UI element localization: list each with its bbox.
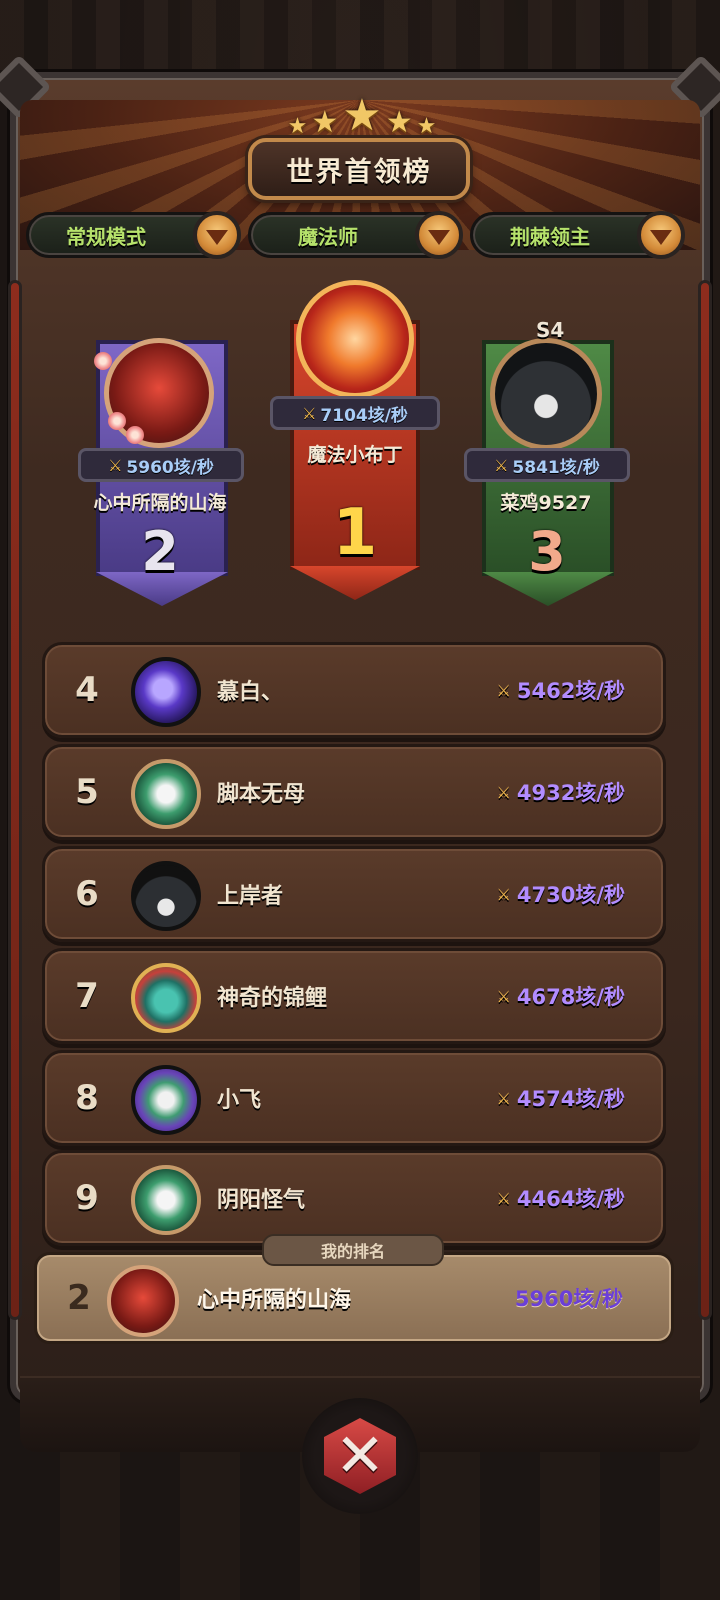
close-x-icon: ✕: [324, 1418, 396, 1494]
star-icon: ★: [385, 105, 413, 140]
crossed-swords-icon: ⚔: [496, 1188, 511, 1208]
avatar[interactable]: [131, 1165, 201, 1235]
page-title: 世界首领榜: [248, 138, 470, 200]
list-item[interactable]: 8 小飞 ⚔ 4574垓/秒: [42, 1050, 666, 1146]
tab-label: 荆棘领主: [510, 224, 590, 249]
player-name: 魔法小布丁: [307, 444, 403, 466]
rank-number: 3: [528, 520, 566, 583]
star-icon: ★: [342, 90, 382, 141]
score: ⚔ 4464垓/秒: [497, 1153, 625, 1243]
rank-number: 6: [75, 874, 99, 914]
crossed-swords-icon: ⚔: [496, 782, 511, 802]
avatar[interactable]: [131, 759, 201, 829]
player-name: 神奇的锦鲤: [217, 986, 328, 1011]
score-value: 4932垓/秒: [516, 781, 625, 805]
flower-decoration: [126, 426, 144, 444]
rating-stars: ★ ★ ★ ★ ★: [262, 88, 462, 138]
score: ⚔ 4678垓/秒: [497, 951, 625, 1041]
score-value: 5960垓/秒: [126, 457, 214, 478]
player-name: 心中所隔的山海: [197, 1288, 352, 1313]
flower-decoration: [94, 352, 112, 370]
score-value: 5960垓/秒: [514, 1287, 623, 1311]
rank-number: 4: [75, 670, 99, 710]
star-icon: ★: [311, 105, 339, 140]
close-button[interactable]: ✕: [302, 1398, 418, 1514]
my-rank-label: 我的排名: [262, 1234, 444, 1266]
rank-number: 9: [75, 1178, 99, 1218]
score-value: 5462垓/秒: [516, 679, 625, 703]
player-name: 上岸者: [217, 884, 284, 909]
tab-label: 常规模式: [66, 224, 146, 249]
star-icon: ★: [416, 114, 437, 139]
avatar[interactable]: [131, 657, 201, 727]
avatar[interactable]: [131, 861, 201, 931]
score-pill: ⚔ 5960垓/秒: [78, 448, 244, 482]
tab-class[interactable]: 魔法师: [248, 211, 463, 259]
right-rail: [698, 280, 712, 1320]
score-pill: ⚔ 5841垓/秒: [464, 448, 630, 482]
list-item[interactable]: 6 上岸者 ⚔ 4730垓/秒: [42, 846, 666, 942]
player-name: 菜鸡9527: [500, 492, 592, 514]
avatar[interactable]: [490, 338, 602, 450]
score: ⚔ 4932垓/秒: [497, 747, 625, 837]
score-value: 4678垓/秒: [516, 985, 625, 1009]
score: ⚔ 4574垓/秒: [497, 1053, 625, 1143]
score-pill: ⚔ 7104垓/秒: [270, 396, 440, 430]
crossed-swords-icon: ⚔: [302, 403, 317, 423]
avatar[interactable]: [131, 1065, 201, 1135]
star-icon: ★: [287, 114, 308, 139]
rank-number: 2: [67, 1278, 91, 1318]
player-name: 小飞: [217, 1088, 262, 1113]
list-item[interactable]: 4 慕白、 ⚔ 5462垓/秒: [42, 642, 666, 738]
season-badge: S4: [536, 318, 565, 342]
list-item[interactable]: 7 神奇的锦鲤 ⚔ 4678垓/秒: [42, 948, 666, 1044]
score-value: 4464垓/秒: [516, 1187, 625, 1211]
avatar[interactable]: [296, 280, 414, 398]
crossed-swords-icon: ⚔: [496, 1088, 511, 1108]
avatar[interactable]: [107, 1265, 179, 1337]
crossed-swords-icon: ⚔: [496, 884, 511, 904]
list-item[interactable]: 9 阴阳怪气 ⚔ 4464垓/秒: [42, 1150, 666, 1246]
player-name: 慕白、: [217, 680, 284, 705]
score-value: 4574垓/秒: [516, 1087, 625, 1111]
triangle-down-icon: [206, 229, 228, 245]
rank-number: 2: [141, 520, 179, 583]
flower-decoration: [108, 412, 126, 430]
crossed-swords-icon: ⚔: [108, 455, 123, 475]
player-name: 脚本无母: [217, 782, 306, 807]
score-value: 7104垓/秒: [320, 405, 408, 426]
score-value: 4730垓/秒: [516, 883, 625, 907]
dropdown-button[interactable]: [415, 211, 463, 259]
score-value: 5841垓/秒: [512, 457, 600, 478]
avatar[interactable]: [131, 963, 201, 1033]
triangle-down-icon: [428, 229, 450, 245]
triangle-down-icon: [650, 229, 672, 245]
crossed-swords-icon: ⚔: [494, 455, 509, 475]
crossed-swords-icon: ⚔: [496, 680, 511, 700]
tab-mode[interactable]: 常规模式: [26, 211, 241, 259]
top-ornament: [0, 0, 720, 70]
left-rail: [8, 280, 22, 1320]
tab-boss[interactable]: 荆棘领主: [470, 211, 685, 259]
rank-number: 5: [75, 772, 99, 812]
player-name: 心中所隔的山海: [93, 492, 227, 514]
rank-number: 8: [75, 1078, 99, 1118]
avatar[interactable]: [104, 338, 214, 448]
list-item[interactable]: 5 脚本无母 ⚔ 4932垓/秒: [42, 744, 666, 840]
crossed-swords-icon: ⚔: [496, 986, 511, 1006]
player-name: 阴阳怪气: [217, 1188, 306, 1213]
rank-number: 7: [75, 976, 99, 1016]
score: ⚔ 4730垓/秒: [497, 849, 625, 939]
score: ⚔ 5462垓/秒: [497, 645, 625, 735]
rank-number: 1: [332, 496, 378, 570]
dropdown-button[interactable]: [637, 211, 685, 259]
tab-label: 魔法师: [298, 224, 358, 249]
dropdown-button[interactable]: [193, 211, 241, 259]
